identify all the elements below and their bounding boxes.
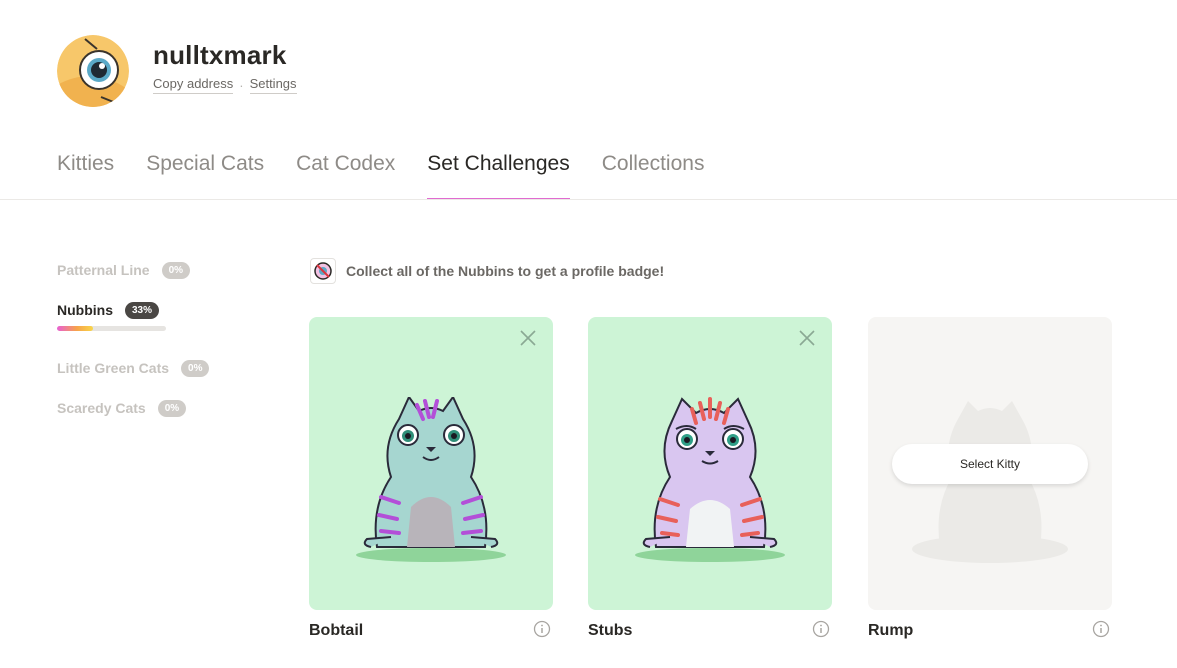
set-name: Little Green Cats (57, 360, 170, 376)
copy-address-link[interactable]: Copy address (153, 76, 234, 94)
set-percent-badge: 33% (125, 301, 160, 319)
close-icon[interactable] (798, 329, 816, 347)
kitty-illustration (356, 397, 506, 562)
avatar[interactable] (57, 35, 129, 107)
tab-divider (0, 199, 1177, 200)
set-name: Nubbins (57, 302, 113, 318)
set-item-scaredy-cats[interactable]: Scaredy Cats 0% (57, 398, 237, 418)
set-percent-badge: 0% (181, 359, 210, 377)
tab-cat-codex[interactable]: Cat Codex (296, 152, 395, 200)
kitty-name: Rump (868, 622, 914, 639)
set-list: Patternal Line 0% Nubbins 33% Little Gre… (57, 260, 237, 438)
info-icon[interactable] (812, 620, 830, 638)
kitty-card-image[interactable] (309, 317, 553, 610)
link-separator: · (239, 77, 244, 93)
close-icon[interactable] (519, 329, 537, 347)
set-name: Patternal Line (57, 262, 150, 278)
kitty-illustration (635, 397, 785, 562)
set-item-nubbins[interactable]: Nubbins 33% (57, 300, 237, 320)
tab-kitties[interactable]: Kitties (57, 152, 114, 200)
kitty-name: Bobtail (309, 622, 364, 639)
info-icon[interactable] (1092, 620, 1110, 638)
profile-header: nulltxmark Copy address · Settings (57, 35, 297, 107)
kitty-card-bobtail: Bobtail (309, 317, 553, 640)
settings-link[interactable]: Settings (249, 76, 297, 94)
kitty-card-stubs: Stubs (588, 317, 832, 640)
tab-collections[interactable]: Collections (602, 152, 705, 200)
profile-tabs: Kitties Special Cats Cat Codex Set Chall… (57, 152, 736, 200)
kitty-card-image[interactable] (588, 317, 832, 610)
select-kitty-button[interactable]: Select Kitty (892, 444, 1088, 484)
set-item-little-green-cats[interactable]: Little Green Cats 0% (57, 358, 237, 378)
set-percent-badge: 0% (157, 399, 187, 417)
username: nulltxmark (153, 40, 287, 70)
tab-special-cats[interactable]: Special Cats (146, 152, 264, 200)
challenge-message: Collect all of the Nubbins to get a prof… (346, 263, 665, 279)
set-item-patternal-line[interactable]: Patternal Line 0% (57, 260, 237, 280)
kitty-card-placeholder: Select Kitty (868, 317, 1112, 610)
set-progress-fill (57, 326, 93, 331)
info-icon[interactable] (533, 620, 551, 638)
tab-set-challenges[interactable]: Set Challenges (427, 152, 571, 200)
set-name: Scaredy Cats (57, 400, 146, 416)
kitty-name: Stubs (588, 622, 633, 639)
set-progress-bar (57, 326, 166, 331)
kitty-card-rump: Select Kitty Rump (868, 317, 1112, 640)
challenge-header: Collect all of the Nubbins to get a prof… (310, 258, 664, 284)
set-percent-badge: 0% (161, 261, 191, 279)
nubbins-badge-icon (310, 258, 336, 284)
